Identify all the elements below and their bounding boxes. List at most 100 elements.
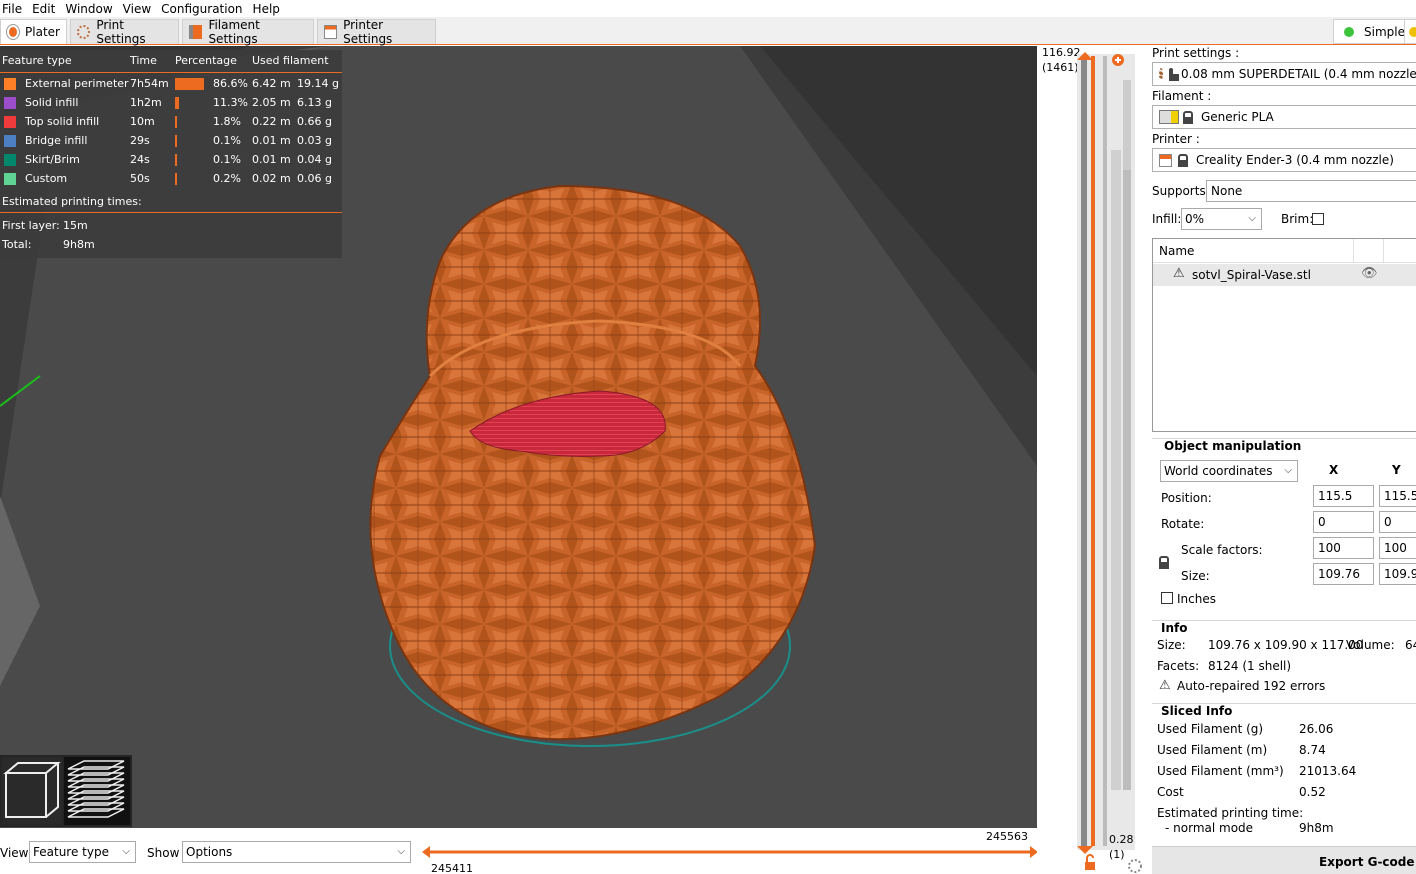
vase-model[interactable] (369, 184, 817, 741)
menu-edit[interactable]: Edit (30, 1, 63, 17)
vslider-top-value: 116.92 (1042, 46, 1081, 59)
legend-percent-bar (175, 173, 177, 185)
legend-swatch (4, 78, 16, 90)
print-settings-label: Print settings : (1152, 46, 1240, 60)
printer-value: Creality Ender-3 (0.4 mm nozzle) (1196, 153, 1394, 167)
scale-x-value: 100 (1318, 541, 1341, 555)
coordinates-select[interactable]: World coordinates ⌵ (1160, 460, 1298, 482)
legend-feature-name: Skirt/Brim (25, 153, 80, 166)
filament-value: Generic PLA (1201, 110, 1274, 124)
object-list-row[interactable]: ⚠ sotvl_Spiral-Vase.stl 👁 (1153, 264, 1416, 286)
legend-percent-bar (175, 154, 177, 166)
object-list-header: Name (1153, 239, 1416, 263)
legend-feature-time: 50s (130, 172, 150, 185)
object-list: Name ⚠ sotvl_Spiral-Vase.stl 👁 (1152, 238, 1416, 432)
layer-view-button[interactable] (64, 757, 130, 825)
tab-printer-settings[interactable]: Printer Settings (317, 18, 436, 46)
3d-view-button[interactable] (2, 757, 62, 825)
normal-mode-label: - normal mode (1165, 821, 1254, 835)
warning-icon: ⚠ (1173, 266, 1185, 281)
legend-feature-length: 0.01 m (252, 134, 291, 147)
legend-feature-percent: 86.6% (213, 77, 248, 90)
printer-icon (324, 25, 338, 39)
legend-swatch (4, 173, 16, 185)
legend-feature-time: 24s (130, 153, 150, 166)
tab-plater[interactable]: Plater (0, 19, 67, 44)
menu-file[interactable]: File (0, 1, 30, 17)
position-x-input[interactable]: 115.5 (1313, 485, 1374, 507)
mode-advanced-button[interactable] (1404, 19, 1416, 44)
filament-label: Filament : (1152, 89, 1212, 103)
menu-view[interactable]: View (121, 1, 159, 17)
menu-window[interactable]: Window (63, 1, 120, 17)
show-options-select[interactable]: Options ⌵ (182, 841, 411, 863)
hslider-right-value: 245563 (986, 830, 1028, 843)
printer-preset-select[interactable]: Creality Ender-3 (0.4 mm nozzle) (1152, 148, 1416, 172)
object-manipulation-title: Object manipulation (1164, 439, 1302, 453)
view-toggle-panel (0, 755, 132, 827)
export-gcode-button[interactable]: Export G-code (1152, 846, 1416, 874)
first-layer-label: First layer: (2, 219, 60, 232)
column-divider (1353, 239, 1354, 263)
tab-filament-settings-label: Filament Settings (208, 18, 260, 46)
tab-filament-settings[interactable]: Filament Settings (182, 18, 314, 46)
size-x-input[interactable]: 109.76 (1313, 563, 1374, 585)
menu-configuration[interactable]: Configuration (159, 1, 250, 17)
supports-select[interactable]: None (1206, 180, 1416, 202)
legend-feature-percent: 0.1% (213, 134, 241, 147)
total-time-value: 9h8m (63, 238, 95, 251)
view-type-value: Feature type (33, 845, 109, 859)
rotate-y-input[interactable]: 0 (1379, 511, 1416, 533)
legend-header-time: Time (130, 54, 157, 67)
inches-checkbox[interactable] (1161, 592, 1173, 604)
unlock-icon[interactable] (1085, 854, 1095, 870)
legend-feature-weight: 0.06 g (297, 172, 332, 185)
export-gcode-label: Export G-code (1319, 855, 1415, 869)
lock-icon (1178, 154, 1188, 167)
eye-icon[interactable]: 👁 (1361, 266, 1378, 281)
chevron-down-icon: ⌵ (397, 846, 405, 857)
scale-y-input[interactable]: 100 (1379, 537, 1416, 559)
info-title: Info (1161, 621, 1188, 635)
brim-checkbox[interactable] (1312, 213, 1324, 225)
vertical-layer-slider[interactable] (1077, 50, 1149, 874)
filament-preset-select[interactable]: Generic PLA (1152, 105, 1416, 129)
info-repaired-text: Auto-repaired 192 errors (1177, 679, 1326, 693)
chevron-down-icon: ⌵ (1248, 213, 1256, 224)
size-y-input[interactable]: 109.9 (1379, 563, 1416, 585)
scale-x-input[interactable]: 100 (1313, 537, 1374, 559)
info-volume-label: Volume: (1346, 638, 1395, 652)
position-y-input[interactable]: 115.5 (1379, 485, 1416, 507)
normal-mode-value: 9h8m (1299, 821, 1334, 835)
legend-row: Skirt/Brim 24s 0.1% 0.01 m 0.04 g (0, 151, 342, 170)
horizontal-slider[interactable] (420, 844, 1040, 860)
show-label: Show (147, 846, 180, 860)
scale-lock-icon[interactable] (1159, 556, 1169, 569)
legend-feature-length: 2.05 m (252, 96, 291, 109)
legend-percent-bar (175, 116, 177, 128)
print-settings-preset-select[interactable]: 0.08 mm SUPERDETAIL (0.4 mm nozzle) (1152, 62, 1416, 86)
scale-y-value: 100 (1384, 541, 1407, 555)
chevron-down-icon: ⌵ (122, 846, 130, 857)
menu-help[interactable]: Help (251, 1, 288, 17)
rotate-y-value: 0 (1384, 515, 1392, 529)
tab-print-settings[interactable]: Print Settings (70, 18, 179, 46)
infill-label: Infill: (1152, 212, 1182, 226)
menu-bar: File Edit Window View Configuration Help (0, 0, 1416, 17)
rotate-label: Rotate: (1161, 517, 1205, 531)
supports-label: Supports: (1152, 184, 1210, 198)
layer-slider-panel: 116.92 (1461) 0.28 (1) (1037, 46, 1150, 874)
legend-feature-name: Solid infill (25, 96, 79, 109)
legend-feature-length: 6.42 m (252, 77, 291, 90)
legend-swatch (4, 154, 16, 166)
view-type-select[interactable]: Feature type ⌵ (29, 841, 136, 863)
legend-feature-weight: 0.03 g (297, 134, 332, 147)
warning-icon: ⚠ (1159, 678, 1171, 693)
rotate-x-input[interactable]: 0 (1313, 511, 1374, 533)
vslider-bottom-layer: (1) (1109, 848, 1125, 861)
legend-header-feature-type: Feature type (2, 54, 72, 67)
hslider-left-thumb-icon[interactable] (422, 846, 430, 858)
infill-select[interactable]: 0% ⌵ (1181, 208, 1262, 230)
cog-icon[interactable] (1128, 859, 1142, 873)
gear-icon (1159, 68, 1163, 80)
